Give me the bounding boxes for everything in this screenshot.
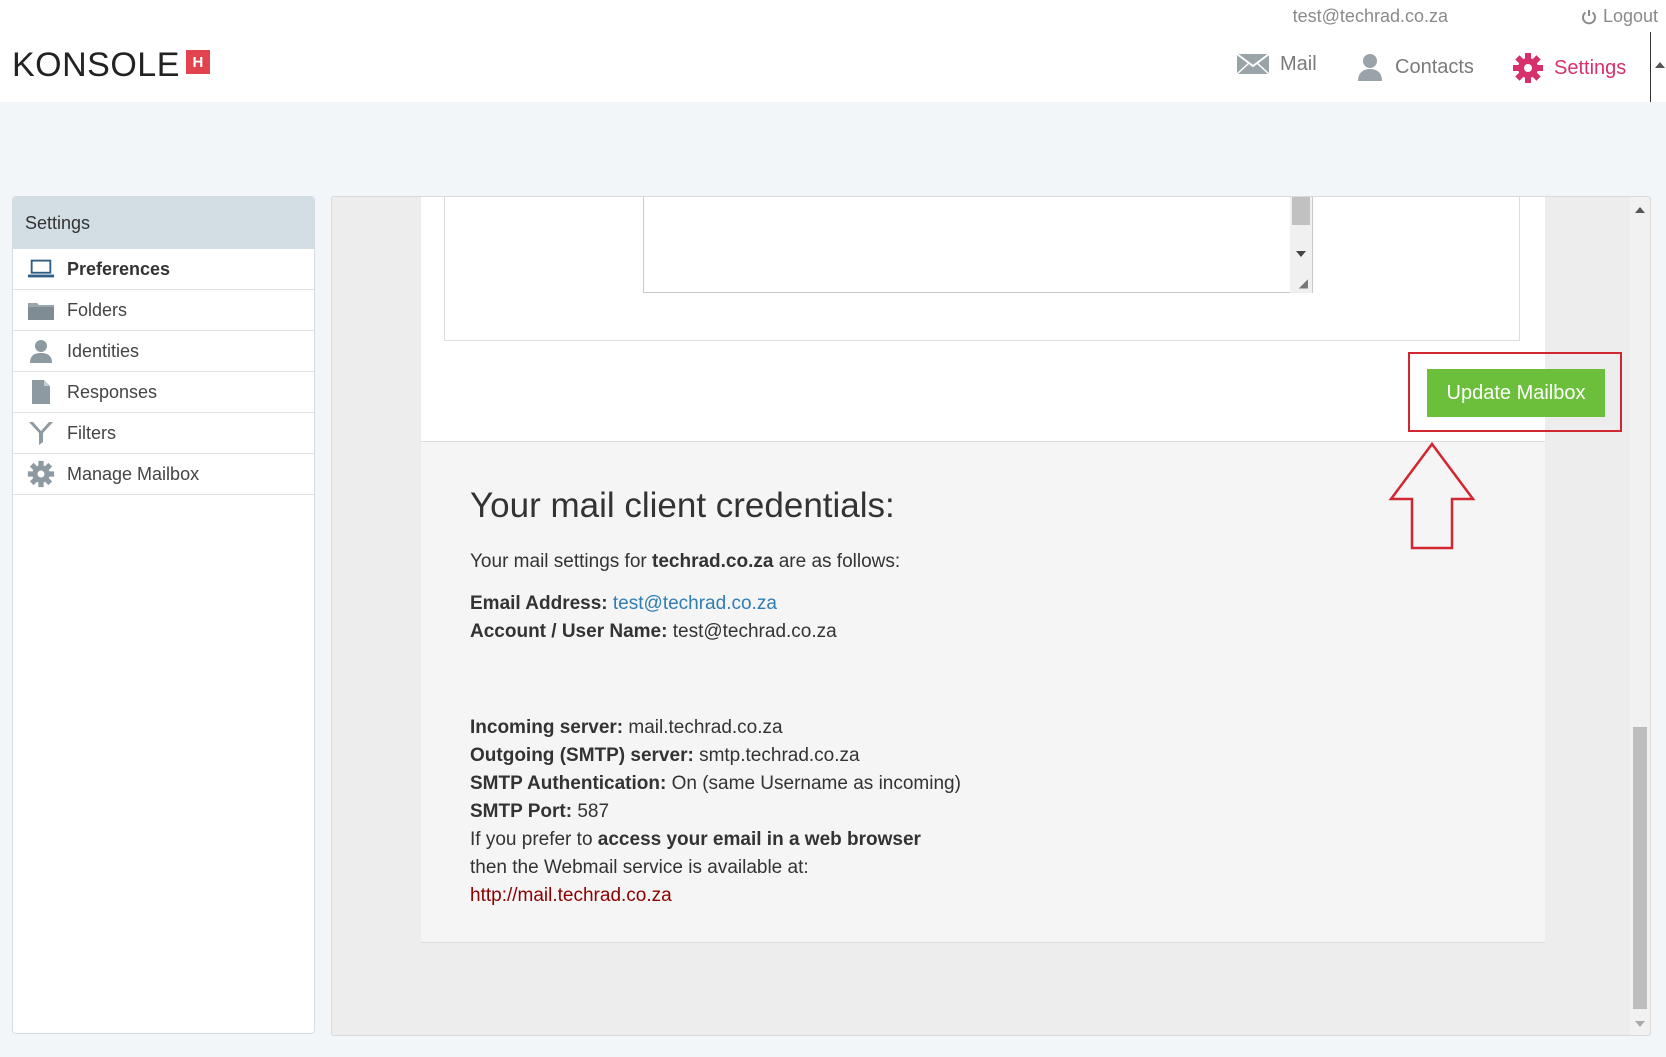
email-address-row: Email Address: test@techrad.co.za	[470, 590, 1370, 618]
signature-textarea[interactable]: ◢	[643, 197, 1313, 293]
envelope-icon	[1236, 53, 1270, 75]
laptop-icon	[27, 255, 55, 283]
scroll-up-icon[interactable]	[1655, 62, 1665, 68]
smtp-auth-row: SMTP Authentication: On (same Username a…	[470, 770, 1370, 798]
gear-icon	[27, 460, 55, 488]
nav-contacts-label[interactable]: Contacts	[1395, 56, 1474, 79]
sidebar-item-identities[interactable]: Identities	[13, 331, 314, 372]
credentials-heading: Your mail client credentials:	[470, 486, 895, 525]
webmail-url-row: http://mail.techrad.co.za	[470, 882, 1370, 910]
preferences-panel: ◢ Update Mailbox	[421, 197, 1622, 441]
signature-box: ◢	[444, 197, 1520, 341]
power-icon	[1581, 9, 1596, 24]
email-label: Email Address:	[470, 593, 608, 614]
outgoing-value: smtp.techrad.co.za	[699, 745, 860, 766]
outgoing-label: Outgoing (SMTP) server:	[470, 745, 694, 766]
webmail-row: If you prefer to access your email in a …	[470, 826, 1370, 854]
account-label: Account / User Name:	[470, 621, 668, 642]
sidebar-item-label: Folders	[67, 299, 128, 320]
folder-icon	[27, 296, 55, 324]
sidebar-item-folders[interactable]: Folders	[13, 290, 314, 331]
textarea-scroll-thumb[interactable]	[1292, 197, 1310, 225]
port-label: SMTP Port:	[470, 801, 573, 822]
nav-settings-label[interactable]: Settings	[1554, 57, 1626, 80]
credentials-intro: Your mail settings for techrad.co.za are…	[470, 548, 1370, 576]
logo[interactable]: KONSOLE H	[12, 48, 210, 82]
nav-mail-label[interactable]: Mail	[1280, 53, 1317, 76]
sidebar-item-responses[interactable]: Responses	[13, 372, 314, 413]
sidebar-item-label: Manage Mailbox	[67, 463, 200, 484]
sidebar-item-preferences[interactable]: Preferences	[13, 249, 314, 290]
sidebar-item-label: Identities	[67, 340, 140, 361]
incoming-value: mail.techrad.co.za	[628, 717, 783, 738]
webmail-prefix: If you prefer to	[470, 829, 593, 850]
webmail-bold: access your email in a web browser	[597, 829, 921, 850]
incoming-server-row: Incoming server: mail.techrad.co.za	[470, 714, 1370, 742]
auth-value: On (same Username as incoming)	[671, 773, 961, 794]
account-row: Account / User Name: test@techrad.co.za	[470, 618, 1370, 646]
sidebar-item-label: Preferences	[67, 258, 171, 279]
nav-settings[interactable]: Settings	[1512, 52, 1626, 84]
person-icon	[1358, 54, 1382, 81]
sidebar-item-manage-mailbox[interactable]: Manage Mailbox	[13, 454, 314, 495]
credentials-panel: Your mail client credentials: Your mail …	[421, 441, 1545, 943]
sidebar-title: Settings	[13, 197, 314, 249]
settings-sidebar: Settings Preferences Folders Identities …	[12, 196, 315, 1034]
logout-link[interactable]: Logout	[1581, 6, 1658, 27]
gear-icon	[1513, 53, 1543, 83]
top-bar: test@techrad.co.za Logout	[0, 0, 1666, 32]
webmail-link[interactable]: http://mail.techrad.co.za	[470, 885, 672, 906]
header-scrollbar[interactable]	[1650, 32, 1666, 102]
nav-contacts[interactable]: Contacts	[1355, 52, 1474, 82]
main-scrollbar[interactable]	[1630, 197, 1650, 1035]
arrow-up-icon	[1388, 441, 1476, 550]
email-link[interactable]: test@techrad.co.za	[613, 593, 777, 614]
resize-grip-icon[interactable]: ◢	[1299, 276, 1308, 290]
port-value: 587	[577, 801, 610, 822]
nav-mail[interactable]: Mail	[1236, 52, 1317, 76]
credentials-content: Your mail client credentials: Your mail …	[470, 486, 1370, 910]
scroll-down-icon[interactable]	[1635, 1021, 1645, 1027]
scroll-down-icon[interactable]	[1296, 251, 1306, 257]
document-icon	[27, 378, 55, 406]
account-value: test@techrad.co.za	[672, 621, 837, 642]
brand-badge: H	[185, 50, 210, 74]
main-content: ◢ Update Mailbox Your mail client creden…	[331, 196, 1651, 1036]
person-icon	[27, 337, 55, 365]
user-email: test@techrad.co.za	[1292, 6, 1448, 26]
auth-label: SMTP Authentication:	[470, 773, 667, 794]
filter-icon	[27, 419, 55, 447]
brand-name: KONSOLE	[12, 46, 180, 84]
logout-label[interactable]: Logout	[1603, 6, 1658, 27]
intro-prefix: Your mail settings for	[470, 551, 647, 572]
webmail-line2: then the Webmail service is available at…	[470, 857, 809, 878]
incoming-label: Incoming server:	[470, 717, 624, 738]
header: KONSOLE H Mail Contacts Settings	[0, 32, 1666, 102]
outgoing-server-row: Outgoing (SMTP) server: smtp.techrad.co.…	[470, 742, 1370, 770]
intro-suffix: are as follows:	[778, 551, 901, 572]
main-scroll-thumb[interactable]	[1633, 727, 1647, 1009]
intro-domain: techrad.co.za	[652, 551, 774, 572]
update-mailbox-button[interactable]: Update Mailbox	[1427, 369, 1605, 417]
sidebar-item-filters[interactable]: Filters	[13, 413, 314, 454]
smtp-port-row: SMTP Port: 587	[470, 798, 1370, 826]
sidebar-item-label: Filters	[67, 422, 116, 443]
sidebar-item-label: Responses	[67, 381, 158, 402]
scroll-up-icon[interactable]	[1635, 207, 1645, 213]
